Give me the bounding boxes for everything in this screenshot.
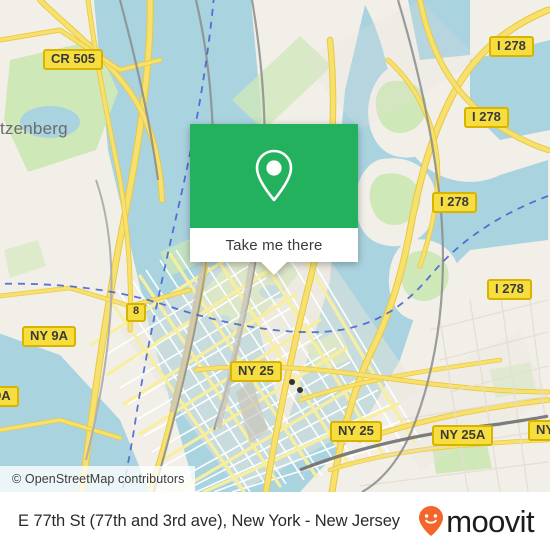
road-shield-ny25a: NY 25A	[432, 425, 494, 446]
popup-icon-area	[190, 124, 358, 228]
moovit-wordmark: moovit	[446, 503, 534, 539]
road-shield-8: 8	[126, 303, 147, 322]
road-shield-label: 8	[133, 305, 140, 317]
road-shield-cr505: CR 505	[43, 49, 104, 70]
road-shield-ny9a: NY 9A	[22, 326, 77, 347]
road-shield-i278-3: I 278	[432, 192, 477, 213]
location-title: E 77th St (77th and 3rd ave), New York -…	[18, 511, 400, 530]
road-shield-label: NY 9A	[30, 328, 69, 343]
road-shield-i278-4: I 278	[487, 279, 532, 300]
road-shield-label: 9A	[0, 388, 11, 403]
road-shield-label: NY 25	[338, 423, 374, 438]
road-shield-label: NY 25A	[440, 427, 486, 442]
popup-pointer-triangle	[261, 262, 287, 275]
destination-popup-card[interactable]: Take me there	[190, 124, 358, 275]
road-shield-9a-clipped: 9A	[0, 386, 19, 407]
road-shield-label: I 278	[495, 281, 524, 296]
moovit-map-screenshot: tzenberg CR 505 I 278 I 278 I 278 I 278 …	[0, 0, 550, 550]
road-shield-ny25-1: NY 25	[230, 361, 282, 382]
osm-attribution[interactable]: © OpenStreetMap contributors	[0, 466, 195, 492]
road-shield-label: CR 505	[51, 51, 96, 66]
footer-bar: E 77th St (77th and 3rd ave), New York -…	[0, 492, 550, 550]
road-shield-label: I 278	[497, 38, 526, 53]
osm-attribution-text: © OpenStreetMap contributors	[12, 472, 185, 486]
road-shield-label: I 278	[472, 109, 501, 124]
road-shield-ny-clipped: NY	[528, 420, 550, 441]
road-shield-label: NY	[536, 422, 550, 437]
road-shield-ny25-2: NY 25	[330, 421, 382, 442]
moovit-logo[interactable]: moovit	[418, 503, 535, 539]
road-shield-i278-1: I 278	[489, 36, 534, 57]
popup-action-area[interactable]: Take me there	[190, 228, 358, 262]
road-shield-i278-2: I 278	[464, 107, 509, 128]
map-pin-icon	[255, 149, 293, 202]
take-me-there-label: Take me there	[225, 236, 323, 254]
moovit-smiley-pin-icon	[419, 506, 444, 536]
road-shield-label: NY 25	[238, 363, 274, 378]
road-shield-label: I 278	[440, 194, 469, 209]
map-place-label-guttenberg: tzenberg	[0, 119, 68, 138]
